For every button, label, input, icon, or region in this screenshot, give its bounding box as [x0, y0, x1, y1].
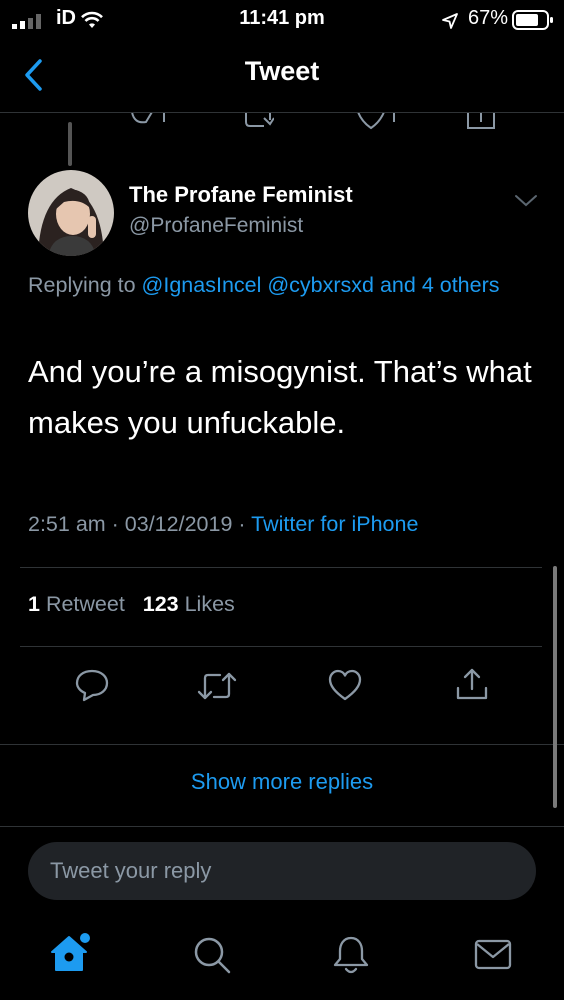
divider — [20, 646, 542, 647]
location-icon — [442, 13, 458, 29]
retweet-stat[interactable]: 1 Retweet — [28, 592, 125, 616]
chevron-down-icon[interactable] — [513, 193, 539, 209]
reply-icon[interactable] — [74, 668, 110, 702]
search-icon[interactable] — [191, 934, 233, 976]
battery-percent: 67% — [468, 7, 509, 29]
reply-input[interactable]: Tweet your reply — [28, 842, 536, 900]
engagement-counts: 1 Retweet 123 Likes — [28, 592, 235, 617]
battery-icon — [512, 10, 553, 30]
tweet-source[interactable]: Twitter for iPhone — [251, 512, 418, 536]
thread-connector — [68, 122, 72, 166]
tweet-meta: 2:51 am · 03/12/2019 · Twitter for iPhon… — [28, 512, 418, 537]
show-more-replies-button[interactable]: Show more replies — [0, 769, 564, 795]
divider — [0, 744, 564, 745]
like-count: 123 — [142, 592, 179, 616]
prev-like-icon[interactable] — [356, 112, 400, 130]
retweet-count: 1 — [28, 592, 40, 616]
prev-reply-icon[interactable] — [130, 112, 170, 130]
scrollbar[interactable] — [553, 566, 557, 808]
replying-mentions[interactable]: @IgnasIncel @cybxrsxd and 4 others — [142, 273, 500, 297]
author-name[interactable]: The Profane Feminist — [129, 182, 353, 208]
tweet-timestamp: 2:51 am · 03/12/2019 · — [28, 512, 252, 536]
prev-share-icon[interactable] — [466, 112, 496, 130]
replying-prefix: Replying to — [28, 273, 142, 297]
retweet-icon[interactable] — [196, 670, 238, 702]
status-bar: iD 11:41 pm 67% — [0, 0, 564, 40]
page-title: Tweet — [244, 56, 320, 86]
reply-placeholder: Tweet your reply — [50, 858, 212, 883]
divider — [0, 826, 564, 827]
author-handle[interactable]: @ProfaneFeminist — [129, 214, 303, 238]
replying-to: Replying to @IgnasIncel @cybxrsxd and 4 … — [28, 268, 528, 303]
tweet-text: And you’re a misogynist. That’s what mak… — [28, 354, 532, 440]
divider — [20, 567, 542, 568]
avatar[interactable] — [28, 170, 114, 256]
nav-divider — [0, 112, 564, 113]
prev-retweet-icon[interactable] — [244, 112, 274, 130]
like-stat[interactable]: 123 Likes — [143, 592, 235, 616]
like-icon[interactable] — [327, 668, 363, 702]
like-label: Likes — [178, 592, 235, 616]
messages-icon[interactable] — [473, 938, 513, 972]
home-icon[interactable] — [48, 930, 94, 976]
notifications-icon[interactable] — [331, 934, 371, 976]
retweet-label: Retweet — [39, 592, 125, 616]
share-icon[interactable] — [454, 666, 490, 702]
